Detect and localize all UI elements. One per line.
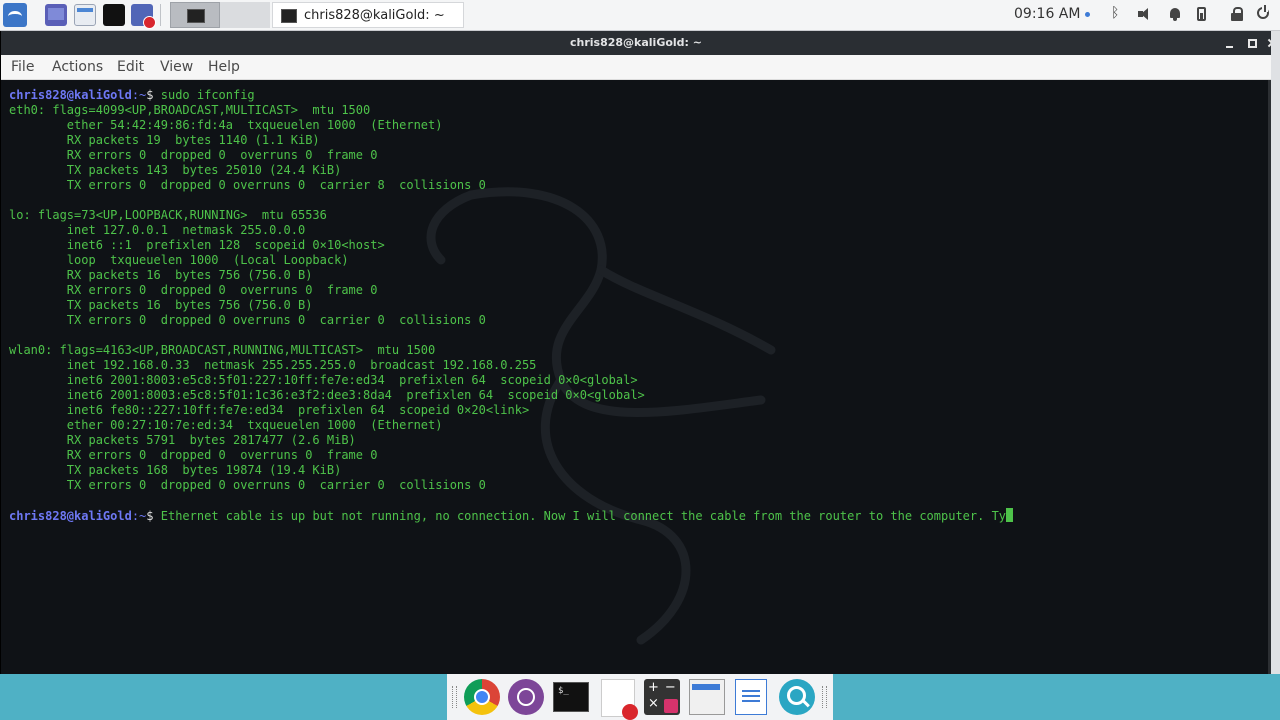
prompt-user-2: chris828@kaliGold [9,509,132,523]
lock-screen-icon[interactable] [1230,7,1244,21]
battery-icon[interactable] [1197,7,1206,21]
notifications-bell-icon[interactable] [1168,7,1182,21]
screen-recorder-icon[interactable] [131,4,156,29]
maximize-icon[interactable] [1244,35,1260,51]
minimize-icon[interactable] [1222,35,1238,51]
volume-icon[interactable] [1138,7,1152,21]
window-title: chris828@kaliGold: ~ [569,36,702,49]
prompt-path-2: :~ [131,509,147,523]
menu-file[interactable]: File [11,59,34,75]
tor-browser-icon[interactable] [508,679,544,715]
file-manager-icon[interactable] [74,4,96,26]
terminal-icon[interactable]: $_ [553,682,589,712]
dock-grip-right[interactable] [822,686,827,708]
panel-separator [160,4,161,26]
power-icon[interactable] [1257,5,1269,19]
workspace-2[interactable] [220,2,270,28]
terminal-launcher-icon[interactable] [103,4,125,26]
prompt-user: chris828@kaliGold [9,88,132,102]
dock-grip-left[interactable] [452,686,457,708]
terminal-thumbnail-icon [187,9,205,23]
calculator-icon[interactable]: +− ×= [644,679,680,715]
top-panel: chris828@kaliGold: ~ 09:16 AM ᛒ [0,0,1280,31]
taskbar-window-terminal[interactable]: chris828@kaliGold: ~ [272,2,464,28]
menu-actions[interactable]: Actions [52,59,103,75]
window-titlebar[interactable]: chris828@kaliGold: ~ [1,31,1271,55]
menu-view[interactable]: View [160,59,193,75]
search-icon[interactable] [779,679,815,715]
terminal-output: chris828@kaliGold:~$ sudo ifconfig eth0:… [9,88,1014,524]
terminal-area[interactable]: chris828@kaliGold:~$ sudo ifconfig eth0:… [1,80,1268,674]
network-status-dot-icon [1085,12,1090,17]
calculator-glyph: +− ×= [648,680,682,711]
command-text: sudo ifconfig [153,88,255,102]
prompt-path: :~ [131,88,147,102]
current-input[interactable]: Ethernet cable is up but not running, no… [154,509,1006,523]
kali-menu-icon[interactable] [3,3,27,27]
prompt-dollar: $ [146,88,154,102]
clock[interactable]: 09:16 AM [1014,6,1080,22]
desktop-edge [1271,31,1280,674]
ifconfig-output: eth0: flags=4099<UP,BROADCAST,MULTICAST>… [9,103,645,492]
menu-help[interactable]: Help [208,59,240,75]
dock: $_ +− ×= [447,674,833,720]
chrome-icon[interactable] [464,679,500,715]
document-viewer-icon[interactable] [735,679,767,715]
show-desktop-icon[interactable] [45,4,67,26]
bluetooth-icon[interactable]: ᛒ [1111,5,1119,21]
terminal-window: chris828@kaliGold: ~ File Actions Edit V… [1,31,1271,674]
taskbar-window-label: chris828@kaliGold: ~ [304,8,445,23]
files-icon[interactable] [689,679,725,715]
terminal-icon-label: $_ [558,686,569,696]
text-editor-icon[interactable] [601,679,638,720]
terminal-app-icon [281,9,297,23]
text-cursor [1006,508,1014,522]
menu-edit[interactable]: Edit [117,59,144,75]
prompt-dollar-2: $ [146,509,154,523]
menu-bar: File Actions Edit View Help [1,55,1271,80]
workspace-1[interactable] [170,2,220,28]
